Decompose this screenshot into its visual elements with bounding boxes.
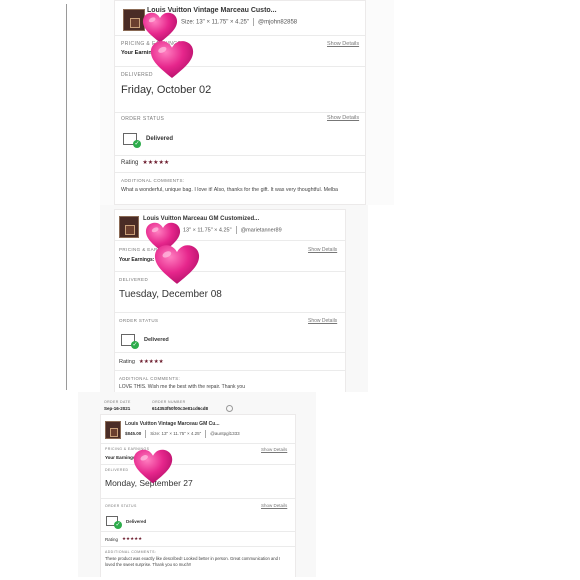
status-value: Delivered: [126, 518, 147, 524]
order-date: Sep-16-2021: [104, 406, 131, 411]
show-details-link[interactable]: Show Details: [327, 41, 359, 47]
earnings-label: Your Earnings: [105, 455, 136, 460]
comments-label: ADDITIONAL COMMENTS:: [105, 550, 157, 554]
order-panel: Louis Vuitton Vintage Marceau GM Cu... $…: [100, 414, 296, 577]
divider: [115, 172, 365, 173]
price: $845.00: [125, 431, 142, 437]
comment-text: LOVE THIS. Wish me the best with the rep…: [119, 384, 245, 390]
order-status-label: ORDER STATUS: [119, 318, 159, 323]
status-indicator: ✓ Delivered: [123, 133, 174, 148]
show-details-link[interactable]: Show Details: [308, 247, 337, 253]
size-text: Size: 13" × 11.75" × 4.25": [181, 19, 249, 26]
divider: [101, 546, 295, 547]
order-status-row: ORDER STATUS Show Details ✓ Delivered: [101, 498, 295, 532]
buyer-handle[interactable]: @mjohn82858: [258, 20, 297, 26]
show-details-link[interactable]: Show Details: [261, 447, 287, 452]
order-status-row: ORDER STATUS Show Details ✓ Delivered: [115, 112, 365, 156]
delivered-date: Tuesday, December 08: [119, 289, 222, 300]
show-details-link[interactable]: Show Details: [327, 115, 359, 121]
order-status-label: ORDER STATUS: [105, 504, 137, 508]
delivered-row: DELIVERED Monday, September 27: [101, 464, 295, 499]
comments-label: ADDITIONAL COMMENTS:: [119, 376, 181, 381]
delivered-date: Friday, October 02: [121, 84, 212, 96]
show-details-link[interactable]: Show Details: [308, 318, 337, 324]
rating: Rating ★★★★★: [121, 159, 169, 166]
size-text: Size: 13" × 11.75" × 4.25": [150, 431, 202, 437]
delivered-label: DELIVERED: [105, 468, 129, 472]
order-number-label: ORDER NUMBER: [152, 400, 186, 404]
delivered-label: DELIVERED: [121, 72, 153, 78]
comment-text: These product was exactly like described…: [105, 556, 281, 567]
size-text: 13" × 11.75" × 4.25": [183, 227, 232, 234]
star-icon: ★★★★★: [142, 159, 170, 166]
product-meta: Size: 13" × 11.75" × 4.25" @mjohn82858: [181, 18, 297, 26]
status-indicator: ✓ Delivered: [121, 334, 169, 349]
star-icon: ★★★★★: [138, 359, 164, 365]
product-thumbnail[interactable]: [105, 421, 121, 439]
comments-label: ADDITIONAL COMMENTS:: [121, 178, 185, 183]
order-date-label: ORDER DATE: [104, 400, 131, 404]
heart-sticker: [133, 449, 173, 485]
product-title[interactable]: Louis Vuitton Vintage Marceau GM Cu...: [125, 421, 219, 427]
order-status-row: ORDER STATUS Show Details ✓ Delivered: [115, 312, 345, 353]
rating: Rating ★★★★★: [105, 537, 142, 542]
divider-line: [66, 4, 67, 390]
package-delivered-icon: ✓: [121, 334, 139, 349]
earnings-label: Your Earnings: $: [119, 257, 159, 263]
pricing-row: PRICING & EARNINGS Your Earnings Show De…: [101, 443, 295, 465]
status-indicator: ✓ Delivered: [106, 516, 147, 529]
rating-label: Rating: [119, 359, 135, 365]
delivered-row: DELIVERED Tuesday, December 08: [115, 271, 345, 313]
buyer-handle[interactable]: @marietanner89: [241, 227, 282, 233]
product-row: Louis Vuitton Vintage Marceau GM Cu... $…: [101, 415, 295, 444]
show-details-link[interactable]: Show Details: [261, 503, 287, 508]
status-value: Delivered: [144, 337, 169, 343]
order-card-3: ORDER DATE Sep-16-2021 ORDER NUMBER 6143…: [78, 392, 316, 577]
product-meta: 13" × 11.75" × 4.25" @marietanner89: [183, 226, 282, 234]
package-delivered-icon: ✓: [123, 133, 141, 148]
order-status-label: ORDER STATUS: [121, 116, 165, 122]
status-value: Delivered: [146, 136, 174, 142]
buyer-handle[interactable]: @auntpgl1333: [210, 431, 239, 436]
divider: [115, 370, 345, 371]
order-number[interactable]: 614353f50f00c3e81cd6cd8: [152, 406, 208, 411]
package-delivered-icon: ✓: [106, 516, 122, 529]
rating-label: Rating: [105, 537, 119, 542]
delivered-label: DELIVERED: [119, 277, 149, 282]
product-thumbnail[interactable]: [119, 216, 139, 238]
star-icon: ★★★★★: [122, 537, 143, 542]
rating-label: Rating: [121, 159, 139, 166]
heart-sticker: [150, 40, 194, 80]
product-meta: $845.00 Size: 13" × 11.75" × 4.25" @auntpg…: [125, 430, 240, 438]
comment-text: What a wonderful, unique bag. I love it!…: [121, 187, 338, 193]
copy-icon[interactable]: [226, 405, 233, 412]
rating: Rating ★★★★★: [119, 359, 164, 365]
order-card-2: Louis Vuitton Marceau GM Customized... 1…: [100, 205, 368, 392]
heart-sticker: [154, 244, 200, 286]
